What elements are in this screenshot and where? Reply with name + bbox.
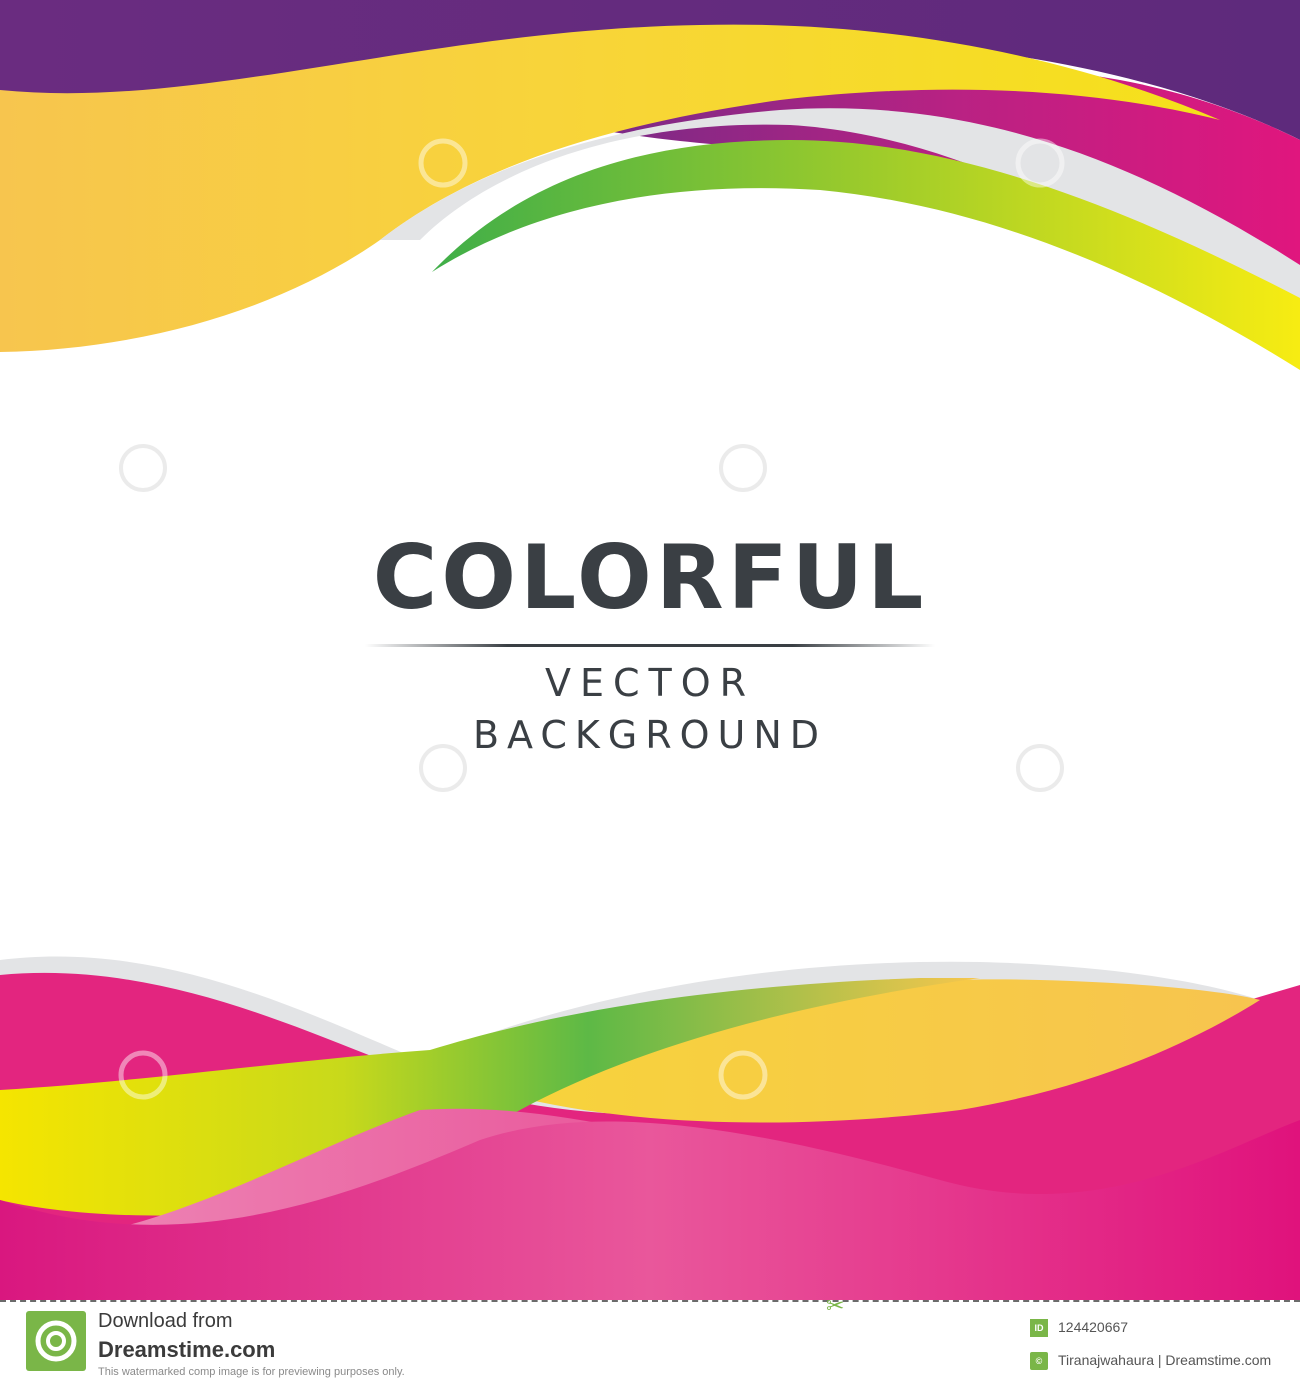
headline-divider	[365, 644, 935, 647]
copyright-icon: ©	[1030, 1352, 1048, 1370]
bottom-wave-group	[0, 956, 1300, 1300]
cut-line	[0, 1300, 1300, 1302]
watermark-icon	[119, 444, 167, 492]
author-credit[interactable]: Tiranajwahaura | Dreamstime.com	[1058, 1352, 1271, 1368]
preview-notice: This watermarked comp image is for previ…	[98, 1366, 405, 1378]
dreamstime-logo-icon	[26, 1311, 86, 1371]
id-badge: ID	[1030, 1319, 1048, 1337]
scissors-icon: ✂	[826, 1294, 845, 1319]
headline-colorful: COLORFUL	[372, 526, 928, 629]
headline-vector: VECTOR	[544, 661, 756, 705]
top-wave-group	[0, 0, 1300, 370]
headline-background: BACKGROUND	[472, 713, 828, 757]
wave-artwork	[0, 0, 1300, 1300]
download-from-label: Download from	[98, 1310, 233, 1332]
watermark-icon	[719, 444, 767, 492]
image-id: 124420667	[1058, 1319, 1129, 1335]
site-name[interactable]: Dreamstime.com	[98, 1337, 275, 1363]
